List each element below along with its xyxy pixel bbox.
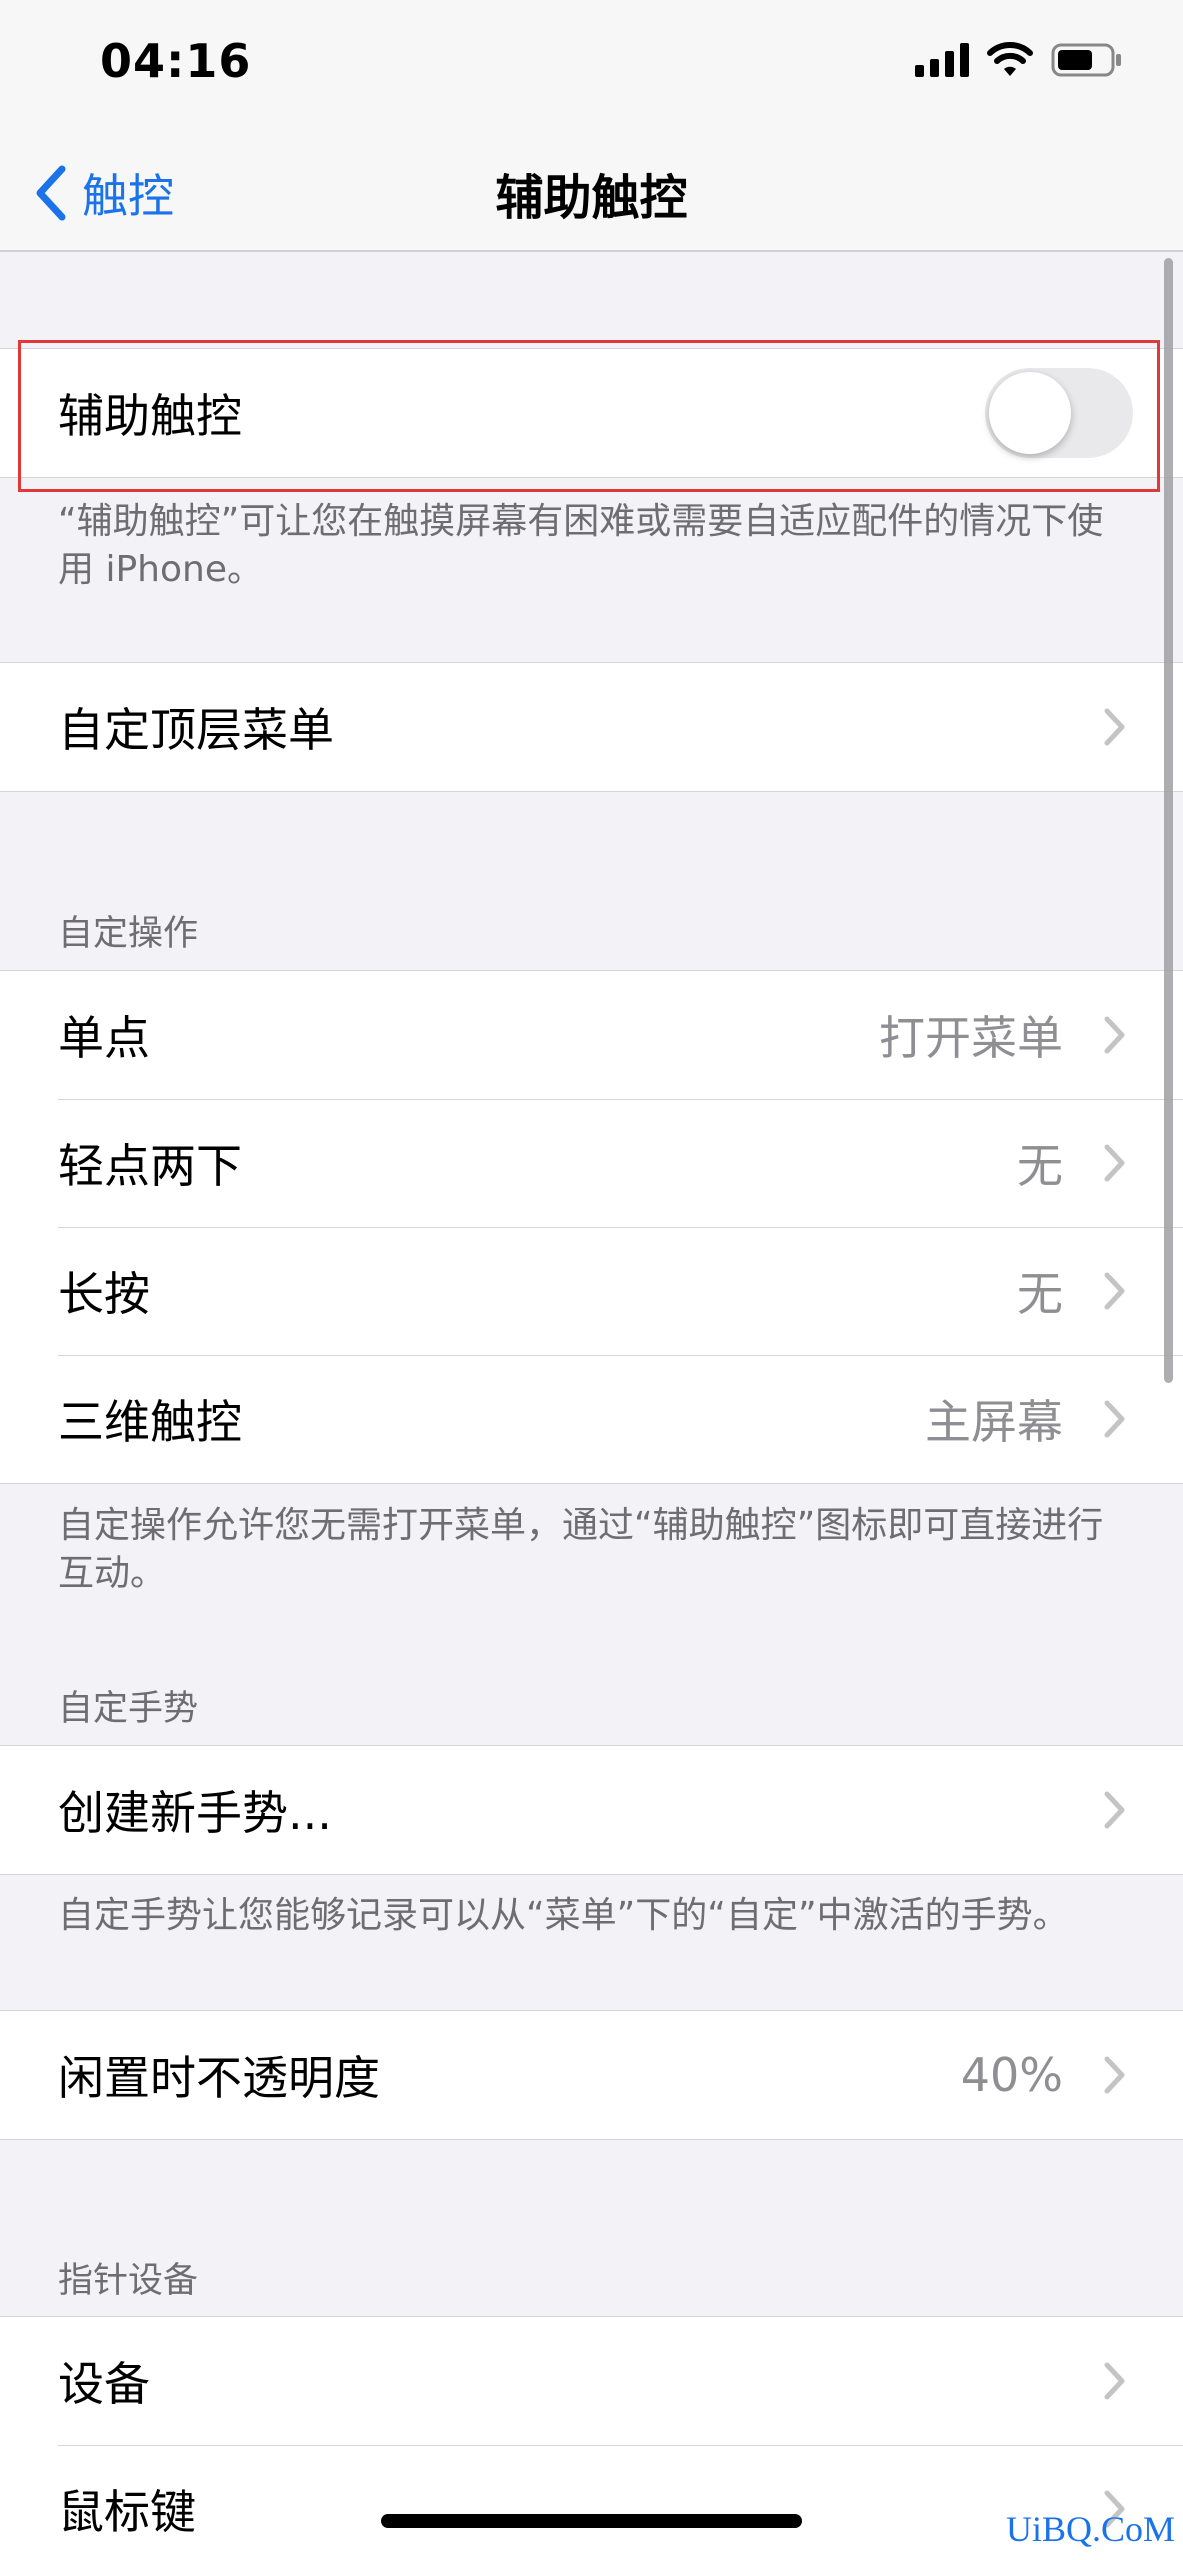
assistive-touch-toggle[interactable] [985, 368, 1133, 458]
double-tap-row[interactable]: 轻点两下 无 [0, 1099, 1183, 1227]
home-indicator[interactable] [381, 2514, 802, 2528]
create-gesture-row[interactable]: 创建新手势... [0, 1746, 1183, 1874]
create-gesture-label: 创建新手势... [58, 1786, 332, 1840]
long-press-value: 无 [1017, 1267, 1063, 1321]
navigation-bar: 触控 辅助触控 [0, 130, 1183, 252]
chevron-right-icon [1085, 708, 1145, 746]
mouse-keys-label: 鼠标键 [58, 2485, 196, 2539]
single-tap-value: 打开菜单 [879, 1011, 1063, 1065]
single-tap-row[interactable]: 单点 打开菜单 [0, 971, 1183, 1099]
idle-opacity-row[interactable]: 闲置时不透明度 40% [0, 2011, 1183, 2139]
top-menu-group: 自定顶层菜单 [0, 662, 1183, 792]
long-press-label: 长按 [58, 1267, 150, 1321]
3d-touch-label: 三维触控 [58, 1395, 242, 1449]
chevron-right-icon [1085, 2056, 1145, 2094]
3d-touch-value: 主屏幕 [925, 1395, 1063, 1449]
chevron-right-icon [1085, 2362, 1145, 2400]
double-tap-label: 轻点两下 [58, 1139, 242, 1193]
custom-gestures-group: 创建新手势... [0, 1745, 1183, 1875]
screen: 04:16 触控 辅助触控 辅助触控 “辅助触控”可让您在触摸屏幕有困难或需要自… [0, 0, 1183, 2560]
signal-icon [915, 43, 969, 77]
page-title: 辅助触控 [495, 170, 688, 226]
idle-opacity-value: 40% [960, 2048, 1063, 2102]
single-tap-label: 单点 [58, 1011, 150, 1065]
idle-opacity-label: 闲置时不透明度 [58, 2051, 380, 2105]
custom-actions-group: 单点 打开菜单 轻点两下 无 长按 无 三维触控 主屏幕 [0, 970, 1183, 1484]
chevron-right-icon [1085, 1791, 1145, 1829]
status-bar: 04:16 [0, 0, 1183, 130]
assistive-touch-group: 辅助触控 [0, 348, 1183, 478]
custom-gestures-header: 自定手势 [58, 1689, 199, 1729]
devices-row[interactable]: 设备 [0, 2317, 1183, 2445]
chevron-right-icon [1085, 1400, 1145, 1438]
battery-icon [1051, 43, 1121, 77]
toggle-knob [989, 372, 1071, 454]
custom-gestures-footer: 自定手势让您能够记录可以从“菜单”下的“自定”中激活的手势。 [58, 1895, 1069, 1936]
devices-label: 设备 [58, 2357, 150, 2411]
pointer-devices-header: 指针设备 [58, 2261, 199, 2301]
customize-top-menu-row[interactable]: 自定顶层菜单 [0, 663, 1183, 791]
long-press-row[interactable]: 长按 无 [0, 1227, 1183, 1355]
double-tap-value: 无 [1017, 1139, 1063, 1193]
3d-touch-row[interactable]: 三维触控 主屏幕 [0, 1355, 1183, 1483]
assistive-touch-footer: “辅助触控”可让您在触摸屏幕有困难或需要自适应配件的情况下使用 iPhone。 [58, 501, 1104, 590]
custom-actions-footer: 自定操作允许您无需打开菜单，通过“辅助触控”图标即可直接进行互动。 [58, 1505, 1104, 1594]
status-icons [915, 40, 1123, 80]
customize-top-menu-label: 自定顶层菜单 [58, 703, 334, 757]
wifi-icon [987, 42, 1033, 76]
chevron-right-icon [1085, 1272, 1145, 1310]
assistive-touch-label: 辅助触控 [58, 389, 242, 443]
assistive-touch-row: 辅助触控 [0, 349, 1183, 477]
chevron-right-icon [1085, 1016, 1145, 1054]
status-time: 04:16 [100, 34, 252, 88]
custom-actions-header: 自定操作 [58, 914, 199, 954]
idle-opacity-group: 闲置时不透明度 40% [0, 2010, 1183, 2140]
chevron-right-icon [1085, 1144, 1145, 1182]
scroll-indicator[interactable] [1164, 258, 1173, 1383]
watermark: UiBQ.CoM [1005, 2509, 1175, 2549]
